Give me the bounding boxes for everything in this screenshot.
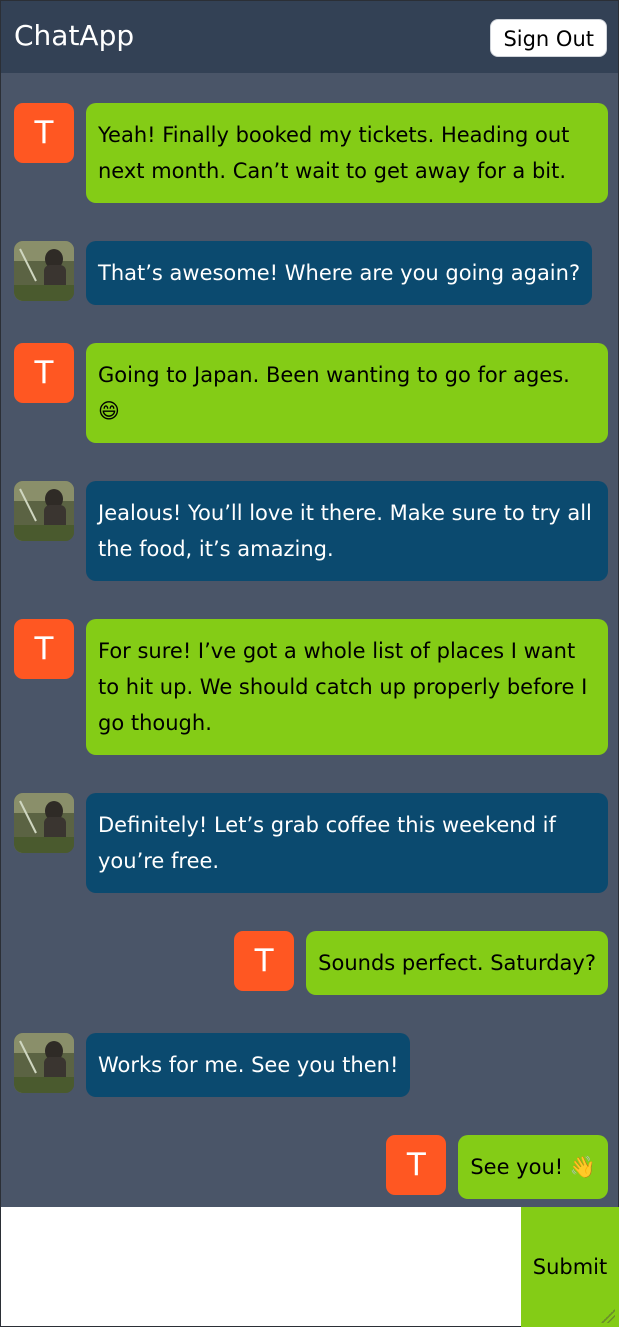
avatar [14, 241, 74, 301]
avatar-photo-icon [14, 1033, 74, 1093]
message-row: T See you! 👋 [14, 1135, 608, 1199]
avatar-photo-icon [14, 241, 74, 301]
resize-grip-icon[interactable] [601, 1309, 615, 1323]
message-bubble: Sounds perfect. Saturday? [306, 931, 608, 995]
message-row: T Sounds perfect. Saturday? [14, 931, 608, 995]
avatar [14, 481, 74, 541]
message-row: Jealous! You’ll love it there. Make sure… [14, 481, 608, 581]
message-bubble: Yeah! Finally booked my tickets. Heading… [86, 103, 608, 203]
message-bubble: Going to Japan. Been wanting to go for a… [86, 343, 608, 443]
avatar: T [14, 103, 74, 163]
message-input[interactable] [1, 1207, 521, 1326]
message-bubble: That’s awesome! Where are you going agai… [86, 241, 593, 305]
message-bubble: Works for me. See you then! [86, 1033, 411, 1097]
message-bubble: Definitely! Let’s grab coffee this weeke… [86, 793, 608, 893]
avatar: T [14, 619, 74, 679]
avatar-photo-icon [14, 481, 74, 541]
app-title: ChatApp [14, 19, 135, 52]
avatar: T [14, 343, 74, 403]
message-bubble: For sure! I’ve got a whole list of place… [86, 619, 608, 755]
message-bubble: Jealous! You’ll love it there. Make sure… [86, 481, 608, 581]
avatar [14, 1033, 74, 1093]
message-row: Works for me. See you then! [14, 1033, 608, 1097]
message-row: T Going to Japan. Been wanting to go for… [14, 343, 608, 443]
app-header: ChatApp Sign Out [1, 1, 618, 73]
avatar-photo-icon [14, 793, 74, 853]
avatar: T [234, 931, 295, 991]
avatar [14, 793, 74, 853]
message-row: T For sure! I’ve got a whole list of pla… [14, 619, 608, 755]
message-row: That’s awesome! Where are you going agai… [14, 241, 608, 305]
message-row: Definitely! Let’s grab coffee this weeke… [14, 793, 608, 893]
sign-out-button[interactable]: Sign Out [490, 19, 607, 57]
avatar: T [386, 1135, 447, 1195]
message-bubble: See you! 👋 [458, 1135, 608, 1199]
message-row: T Yeah! Finally booked my tickets. Headi… [14, 103, 608, 203]
